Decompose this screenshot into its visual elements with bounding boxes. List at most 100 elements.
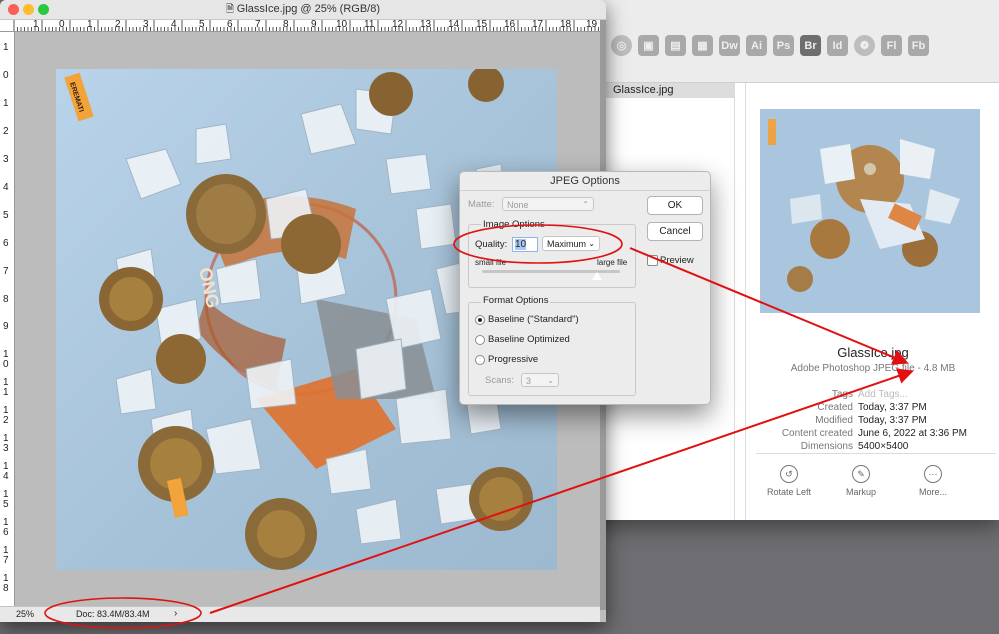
chevron-down-icon: ⌄	[547, 376, 554, 385]
meta-key-modified: Modified	[815, 415, 853, 426]
ruler-v-label: 1	[3, 98, 9, 109]
close-button[interactable]	[8, 4, 19, 15]
preview-file-name: GlassIce.jpg	[837, 345, 909, 360]
markup-label: Markup	[845, 487, 876, 497]
ruler-h-label: 3	[143, 20, 149, 30]
app-icon-bar: ◎ ▣ ▤ ▦ Dw Ai Ps Br Id ❁ Fl Fb	[611, 35, 929, 56]
cancel-button[interactable]: Cancel	[647, 222, 703, 241]
preview-pane: GlassIce.jpg Adobe Photoshop JPEG file -…	[746, 83, 999, 520]
app-icon-ps[interactable]: Ps	[773, 35, 794, 56]
chevron-down-icon: ⌄	[588, 239, 595, 248]
preview-checkbox[interactable]	[647, 255, 658, 266]
rotate-left-label: Rotate Left	[766, 487, 812, 497]
column-divider	[735, 83, 746, 520]
ruler-v-label: 1	[3, 42, 9, 53]
ruler-v-label: 1 3	[3, 433, 9, 454]
vertical-ruler[interactable]: 1 0 1 2 3 4 5 6 7 8 9 1 0 1 1 1 2 1 3 1 …	[0, 32, 15, 606]
quality-label: Quality:	[475, 239, 508, 250]
ruler-v-label: 6	[3, 238, 9, 249]
progressive-label: Progressive	[488, 354, 539, 365]
meta-key-tags: Tags	[831, 389, 853, 400]
rotate-left-button[interactable]: ↺ Rotate Left	[764, 465, 814, 497]
ruler-h-label: 4	[171, 20, 177, 30]
app-icon-4[interactable]: ▦	[692, 35, 713, 56]
ruler-h-label: 16	[504, 20, 516, 30]
app-icon-1[interactable]: ◎	[611, 35, 632, 56]
ruler-h-label: 11	[364, 20, 375, 30]
more-label: More...	[918, 487, 947, 497]
status-menu-arrow[interactable]: ›	[174, 608, 177, 619]
doc-size: Doc: 83.4M/83.4M	[76, 609, 150, 619]
markup-button[interactable]: ✎ Markup	[836, 465, 886, 497]
preview-metadata: Tags Add Tags... Created Today, 3:37 PM Mo…	[746, 389, 999, 454]
ruler-v-label: 0	[3, 70, 9, 81]
quality-value: 10	[515, 239, 527, 250]
ruler-h-label: 6	[227, 20, 233, 30]
ruler-h-label: 12	[392, 20, 404, 30]
quality-preset-select[interactable]: Maximum ⌄	[542, 236, 600, 251]
matte-select[interactable]: None ⌃	[502, 197, 594, 211]
minimize-button[interactable]	[23, 4, 34, 15]
zoom-level[interactable]: 25%	[16, 609, 34, 619]
ruler-v-label: 8	[3, 294, 9, 305]
meta-value-content-created: June 6, 2022 at 3:36 PM	[858, 428, 967, 439]
add-tags-field[interactable]: Add Tags...	[858, 389, 908, 400]
quality-slider-thumb[interactable]	[591, 272, 602, 280]
ok-button[interactable]: OK	[647, 196, 703, 215]
app-icon-ai[interactable]: Ai	[746, 35, 767, 56]
ruler-v-label: 1 5	[3, 489, 9, 510]
ruler-h-label: 10	[336, 20, 348, 30]
preview-thumbnail	[760, 109, 980, 313]
app-icon-fb[interactable]: Fb	[908, 35, 929, 56]
ruler-h-label: 8	[283, 20, 289, 30]
ruler-h-label: 14	[448, 20, 460, 30]
radio-baseline-standard[interactable]	[475, 315, 485, 325]
ruler-h-label: 19	[586, 20, 598, 30]
app-icon-fl[interactable]: Fl	[881, 35, 902, 56]
quality-input[interactable]: 10	[512, 237, 538, 252]
matte-value: None	[507, 200, 529, 210]
meta-key-created: Created	[817, 402, 853, 413]
matte-label: Matte:	[468, 199, 495, 210]
more-button[interactable]: ⋯ More...	[908, 465, 958, 497]
zoom-button[interactable]	[38, 4, 49, 15]
ruler-v-label: 9	[3, 321, 9, 332]
ruler-v-label: 7	[3, 266, 9, 277]
ruler-v-label: 3	[3, 154, 9, 165]
ruler-v-label: 1 0	[3, 349, 9, 370]
dialog-title: JPEG Options	[460, 172, 710, 191]
app-icon-3[interactable]: ▤	[665, 35, 686, 56]
radio-progressive[interactable]	[475, 355, 485, 365]
ruler-h-label: 1	[87, 20, 93, 30]
app-icon-br[interactable]: Br	[800, 35, 821, 56]
document-title-bar[interactable]: 🗎 GlassIce.jpg @ 25% (RGB/8)	[0, 0, 606, 20]
ruler-v-label: 1 7	[3, 545, 9, 566]
file-row-glassice[interactable]: GlassIce.jpg	[591, 83, 734, 98]
meta-value-created: Today, 3:37 PM	[858, 402, 927, 413]
ruler-h-label: 15	[476, 20, 488, 30]
radio-baseline-optimized[interactable]	[475, 335, 485, 345]
document-icon: 🗎	[225, 4, 237, 15]
app-icon-id[interactable]: Id	[827, 35, 848, 56]
ruler-v-label: 2	[3, 126, 9, 137]
ruler-v-label: 4	[3, 182, 9, 193]
horizontal-ruler[interactable]: 1 0 1 2 3 4 5 6 7 8 9 10 11 12 13 14 15 …	[0, 20, 600, 32]
ruler-v-label: 1 4	[3, 461, 9, 482]
baseline-optimized-label: Baseline Optimized	[488, 334, 570, 345]
ruler-h-label: 13	[420, 20, 432, 30]
meta-key-dimensions: Dimensions	[800, 441, 853, 452]
preview-actions: ↺ Rotate Left ✎ Markup ⋯ More...	[764, 465, 958, 497]
image-options-group	[468, 224, 636, 288]
ruler-h-label: 0	[59, 20, 65, 30]
ruler-h-label: 9	[311, 20, 317, 30]
quality-preset-value: Maximum	[547, 239, 587, 249]
app-icon-2[interactable]: ▣	[638, 35, 659, 56]
app-icon-dw[interactable]: Dw	[719, 35, 740, 56]
finder-toolbar: ◎ ▣ ▤ ▦ Dw Ai Ps Br Id ❁ Fl Fb	[591, 0, 999, 83]
preview-separator	[756, 453, 996, 454]
scans-select[interactable]: 3 ⌄	[521, 373, 559, 387]
meta-value-modified: Today, 3:37 PM	[858, 415, 927, 426]
preview-file-kind: Adobe Photoshop JPEG file - 4.8 MB	[790, 363, 956, 374]
app-icon-acrobat[interactable]: ❁	[854, 35, 875, 56]
meta-key-content-created: Content created	[781, 428, 853, 439]
